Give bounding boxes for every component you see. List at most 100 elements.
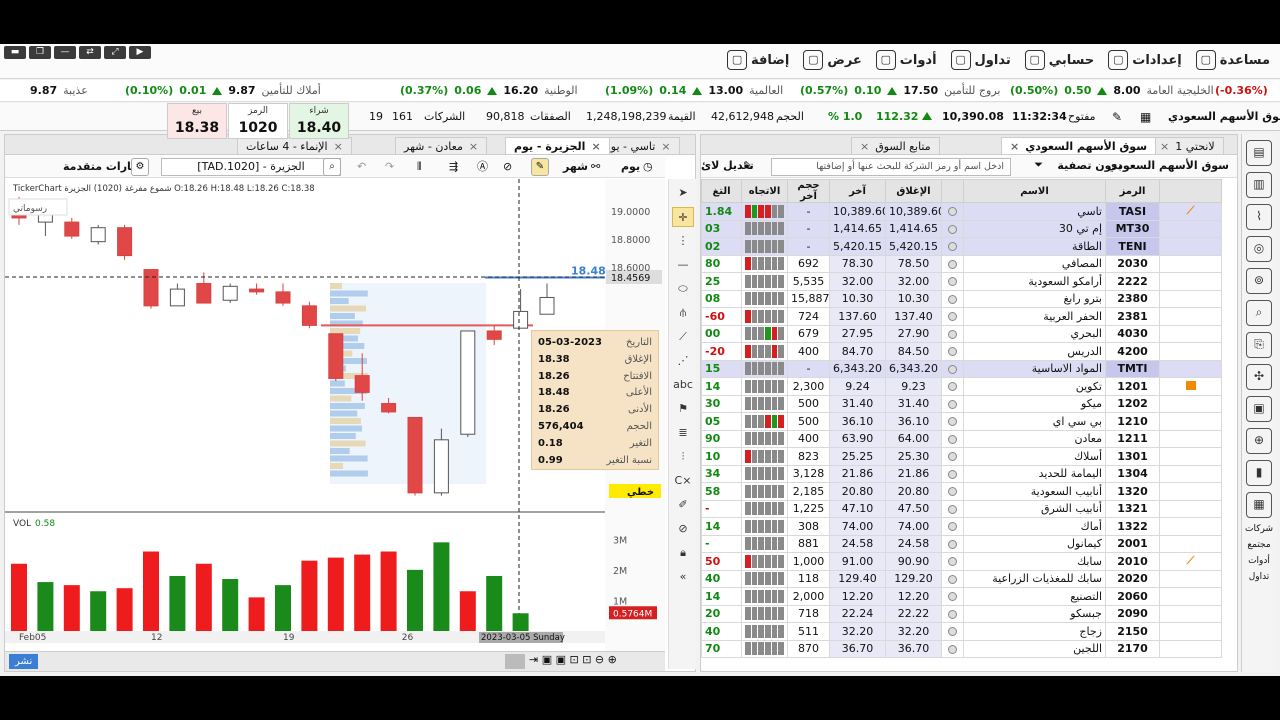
cell-alert[interactable] bbox=[941, 324, 964, 343]
table-row[interactable]: 80 692 78.30 78.50 المصافي 2030 bbox=[701, 254, 1222, 273]
puzzle-icon[interactable]: ✣ bbox=[1246, 364, 1272, 390]
cell-flags[interactable] bbox=[1159, 289, 1222, 308]
table-row[interactable]: 03-1,414.65 1,414.65 إم تي 30 MT30 bbox=[701, 219, 1222, 238]
table-row[interactable]: 14 2,000 12.20 12.20 التصنيع 2060 bbox=[701, 587, 1222, 606]
window-button[interactable]: — bbox=[54, 46, 76, 59]
alert-dot-icon[interactable] bbox=[948, 329, 957, 339]
alert-dot-icon[interactable] bbox=[948, 522, 957, 532]
cell-flags[interactable] bbox=[1159, 517, 1222, 536]
table-row[interactable]: 02-5,420.15 5,420.15 الطاقة TENI bbox=[701, 237, 1222, 256]
cell-alert[interactable] bbox=[941, 482, 964, 501]
cell-alert[interactable] bbox=[941, 237, 964, 256]
volume-bar[interactable] bbox=[248, 597, 265, 631]
volume-bar[interactable] bbox=[354, 554, 371, 631]
cell-alert[interactable] bbox=[941, 622, 964, 641]
target-icon[interactable]: ⊕ bbox=[1246, 428, 1272, 454]
column-header[interactable] bbox=[1159, 179, 1222, 203]
cell-flags[interactable] bbox=[1159, 482, 1222, 501]
clear-icon[interactable]: C× bbox=[672, 471, 694, 491]
column-header[interactable]: الاتجاه bbox=[741, 179, 788, 203]
ticker-item[interactable]: (0.10%) 0.01 9.87 أملاك للتأمين bbox=[125, 84, 321, 97]
column-header[interactable]: الإغلاق bbox=[885, 179, 942, 203]
pencil-icon[interactable]: ✎ bbox=[531, 158, 549, 176]
candle-body[interactable] bbox=[328, 333, 344, 379]
candle-body[interactable] bbox=[354, 375, 370, 393]
alert-dot-icon[interactable] bbox=[948, 574, 957, 584]
sidebar-text-item[interactable]: مجتمع bbox=[1242, 540, 1276, 550]
cell-flags[interactable] bbox=[1159, 219, 1222, 238]
candle-body[interactable] bbox=[169, 288, 185, 307]
horizontal-line-icon[interactable]: — bbox=[672, 255, 694, 275]
image-icon[interactable]: ▣ bbox=[1246, 396, 1272, 422]
column-header[interactable]: التغ bbox=[701, 179, 742, 203]
alert-bell-icon[interactable]: Ⓐ bbox=[477, 158, 488, 176]
cell-flags[interactable] bbox=[1159, 639, 1222, 658]
doc-icon[interactable]: ▥ bbox=[1246, 172, 1272, 198]
alert-dot-icon[interactable] bbox=[948, 242, 957, 252]
cell-flags[interactable] bbox=[1159, 447, 1222, 466]
close-icon[interactable]: × bbox=[1010, 140, 1019, 153]
scroll-handle[interactable] bbox=[505, 654, 525, 669]
cell-flags[interactable] bbox=[1159, 394, 1222, 413]
compass-icon[interactable]: ⊘ bbox=[503, 158, 512, 176]
cell-flags[interactable] bbox=[1159, 604, 1222, 623]
measure-icon[interactable]: ⫶ bbox=[672, 447, 694, 467]
ticker-item[interactable]: (0.37%) 0.06 16.20 الوطنية bbox=[400, 84, 578, 97]
candle-body[interactable] bbox=[301, 305, 317, 326]
window-button[interactable]: ❐ bbox=[29, 46, 51, 59]
ellipse-icon[interactable]: ⬭ bbox=[672, 279, 694, 299]
chart-tab[interactable]: الجزيرة - يوم × bbox=[505, 137, 610, 154]
hide-icon[interactable]: ⊘ bbox=[672, 519, 694, 539]
crosshair-icon[interactable]: ✛ bbox=[672, 207, 694, 227]
cell-alert[interactable] bbox=[941, 604, 964, 623]
alert-dot-icon[interactable] bbox=[948, 504, 957, 514]
pen-icon[interactable]: ✎ bbox=[1112, 110, 1122, 124]
news-icon[interactable]: ⊚ bbox=[1246, 268, 1272, 294]
volume-bar[interactable] bbox=[195, 563, 212, 631]
cell-alert[interactable] bbox=[941, 289, 964, 308]
cell-alert[interactable] bbox=[941, 429, 964, 448]
window-button[interactable]: ▬ bbox=[4, 46, 26, 59]
cell-flags[interactable] bbox=[1159, 622, 1222, 641]
cell-alert[interactable] bbox=[941, 377, 964, 396]
ticker-item[interactable]: (0.57%) 0.10 17.50 بروج للتأمين bbox=[800, 84, 1000, 97]
clock-icon[interactable]: ◷ bbox=[643, 158, 653, 176]
dotted-line-icon[interactable]: ⋮ bbox=[672, 231, 694, 251]
trend-icon[interactable]: ⟋ bbox=[1187, 554, 1195, 567]
alert-dot-icon[interactable] bbox=[948, 364, 957, 374]
alert-dot-icon[interactable] bbox=[948, 224, 957, 234]
cell-flags[interactable] bbox=[1159, 429, 1222, 448]
alert-dot-icon[interactable] bbox=[948, 417, 957, 427]
cell-alert[interactable] bbox=[941, 254, 964, 273]
cell-flags[interactable] bbox=[1159, 412, 1222, 431]
buy-quote[interactable]: شراء 18.40 bbox=[289, 103, 349, 139]
cell-alert[interactable] bbox=[941, 569, 964, 588]
cell-flags[interactable] bbox=[1159, 534, 1222, 553]
menu-item[interactable]: مساعدة ▢ bbox=[1195, 50, 1270, 70]
ticker-item[interactable]: (0.50%) 0.50 8.00 الخليجية العامة bbox=[1010, 84, 1214, 97]
volume-bar[interactable] bbox=[11, 563, 27, 631]
period-day[interactable]: يوم bbox=[621, 158, 640, 176]
lock-icon[interactable]: 🔒︎ bbox=[672, 543, 694, 563]
cell-flags[interactable] bbox=[1159, 499, 1222, 518]
alert-dot-icon[interactable] bbox=[948, 399, 957, 409]
volume-bar[interactable] bbox=[301, 560, 318, 631]
cell-flags[interactable] bbox=[1159, 569, 1222, 588]
brush-icon[interactable]: ✐ bbox=[672, 495, 694, 515]
alert-icon[interactable]: ◎ bbox=[1246, 236, 1272, 262]
indicators-icon[interactable]: ⇶ bbox=[449, 158, 458, 176]
watchlist-tab[interactable]: سوق الأسهم السعودي × bbox=[1001, 137, 1157, 154]
table-row[interactable]: 40 511 32.20 32.20 زجاج 2150 bbox=[701, 622, 1222, 641]
column-header[interactable]: آخر bbox=[829, 179, 886, 203]
candle-body[interactable] bbox=[222, 285, 238, 301]
alert-dot-icon[interactable] bbox=[948, 294, 957, 304]
alert-dot-icon[interactable] bbox=[948, 592, 957, 602]
cell-alert[interactable] bbox=[941, 639, 964, 658]
flag-icon[interactable] bbox=[1185, 380, 1196, 390]
volume-bar[interactable] bbox=[327, 557, 344, 631]
link-icon[interactable]: ⚯ bbox=[591, 158, 600, 176]
publish-button[interactable]: نشر bbox=[9, 654, 39, 669]
menu-item[interactable]: إعدادات ▢ bbox=[1108, 50, 1182, 70]
column-header[interactable]: حجم آخر bbox=[787, 179, 830, 203]
alert-dot-icon[interactable] bbox=[948, 609, 957, 619]
